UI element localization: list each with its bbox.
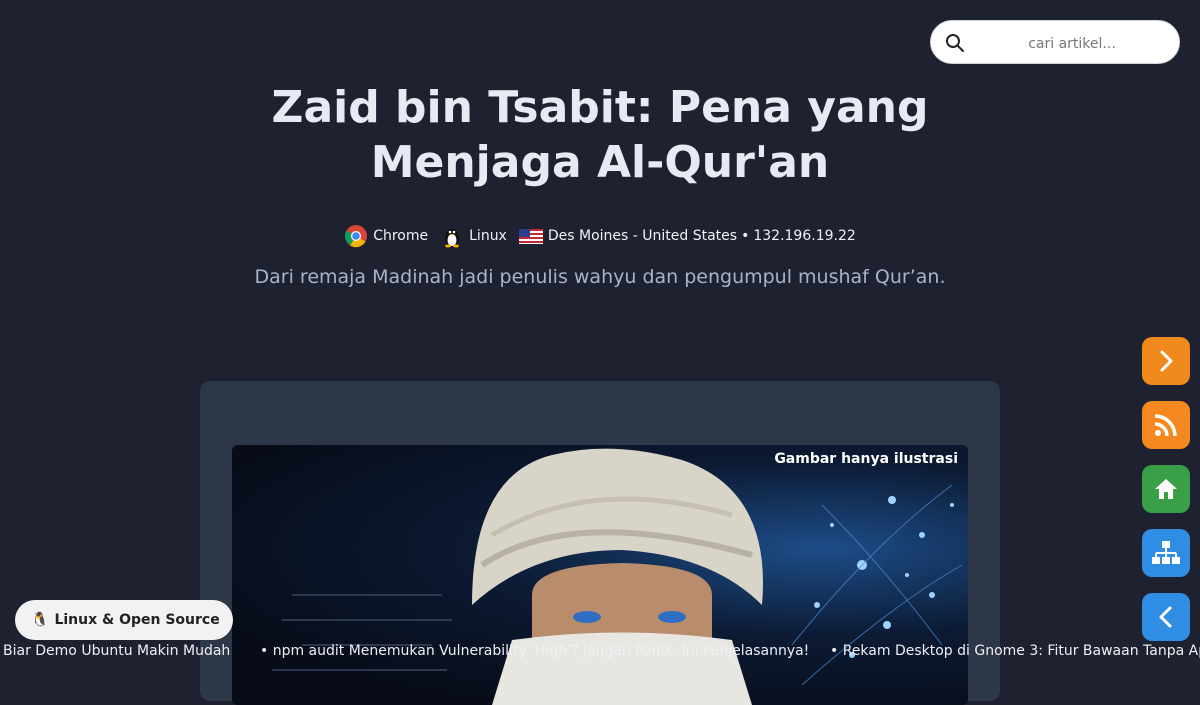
ticker-item[interactable]: • npm audit Menemukan Vulnerability 'Hig… [260,643,809,659]
search-icon [946,34,964,52]
article-meta: Chrome Linux Des Moines - United States … [0,222,1200,250]
os-label: Linux [469,228,507,244]
meta-separator: • [741,228,750,244]
sitemap-button[interactable] [1142,529,1190,577]
rss-icon [1154,414,1177,437]
chrome-icon [345,225,368,248]
search-box[interactable] [930,20,1180,64]
next-button[interactable] [1142,337,1190,385]
category-tag[interactable]: 🐧 Linux & Open Source [15,600,233,640]
article-subtitle: Dari remaja Madinah jadi penulis wahyu d… [254,266,946,288]
us-flag-icon [518,229,543,244]
rss-button[interactable] [1142,401,1190,449]
sitemap-icon [1152,541,1180,564]
hero-image: Gambar hanya ilustrasi [232,445,968,705]
ticker-item[interactable]: Biar Demo Ubuntu Makin Mudah [3,643,230,659]
image-caption: Gambar hanya ilustrasi [774,451,958,467]
os-info: Linux [440,224,507,248]
news-ticker: Biar Demo Ubuntu Makin Mudah • npm audit… [0,640,1200,664]
search-input[interactable] [975,29,1169,59]
location-info: Des Moines - United States • 132.196.19.… [518,224,856,248]
ticker-item[interactable]: • Rekam Desktop di Gnome 3: Fitur Bawaan… [830,643,1200,659]
chevron-left-icon [1159,606,1172,628]
browser-info: Chrome [344,224,428,248]
chevron-right-icon [1160,350,1173,372]
category-label: Linux & Open Source [54,612,220,628]
illustration [272,448,963,705]
ip-label: 132.196.19.22 [753,228,856,244]
penguin-icon: 🐧 [31,612,49,628]
browser-label: Chrome [373,228,429,244]
home-icon [1155,479,1177,499]
penguin-icon [445,229,460,248]
location-label: Des Moines - United States [547,228,738,244]
article-title: Zaid bin Tsabit: Pena yang Menjaga Al-Qu… [271,82,929,188]
home-button[interactable] [1142,465,1190,513]
back-button[interactable] [1142,593,1190,641]
